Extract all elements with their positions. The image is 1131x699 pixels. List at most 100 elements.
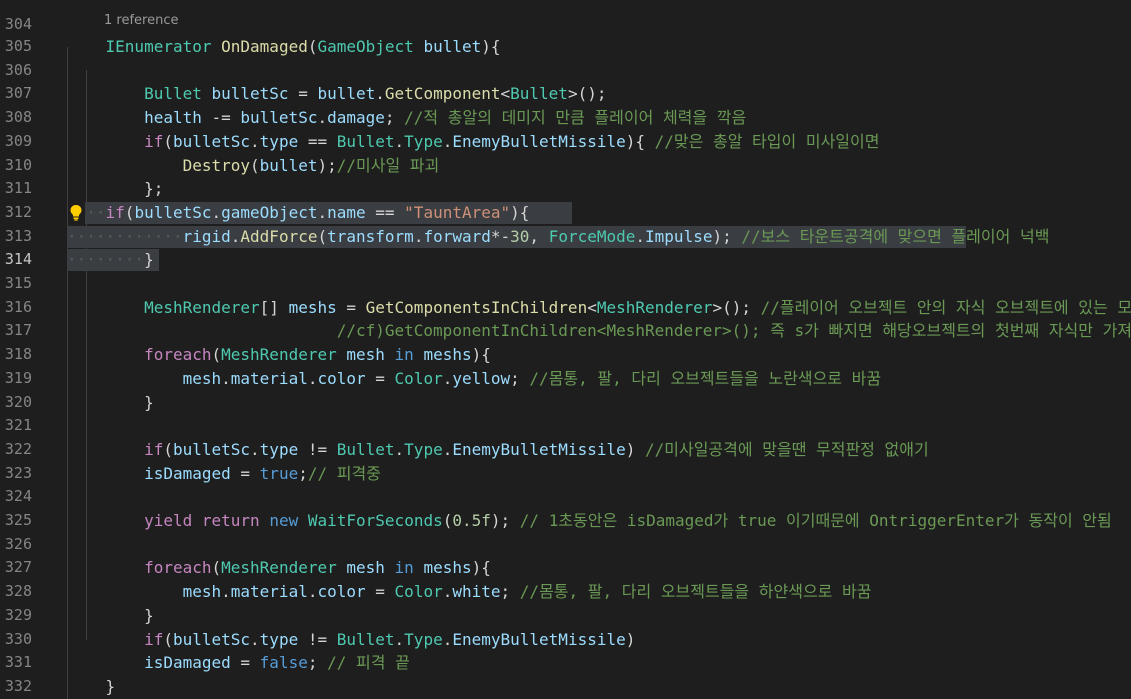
control-keyword-token: if (144, 131, 164, 151)
punctuation-token: = (336, 297, 366, 317)
identifier-token: EnemyBulletMissile (452, 629, 626, 649)
code-text: foreach(MeshRenderer mesh in meshs){ (67, 556, 491, 580)
code-line[interactable]: 329 } (0, 604, 1131, 628)
punctuation-token: . (317, 202, 328, 222)
partial-line-304: 304 (0, 0, 1131, 33)
comment-token: //미사일공격에 맞을땐 무적판정 없애기 (645, 439, 929, 459)
punctuation-token: = (230, 653, 260, 673)
code-text: ········} (67, 248, 160, 272)
type-token: Type (404, 439, 443, 459)
code-line[interactable]: 313 ············rigid.AddForce(transform.… (0, 225, 1131, 249)
punctuation-token (298, 511, 308, 530)
punctuation-token: >(); (712, 297, 761, 317)
code-line[interactable]: 319 mesh.material.color = Color.yellow; … (0, 367, 1131, 391)
indent-whitespace: ·· (86, 202, 106, 222)
code-line[interactable]: 316 MeshRenderer[] meshs = GetComponents… (0, 296, 1131, 320)
code-line[interactable]: 320 } (0, 391, 1131, 415)
code-line[interactable]: 331 isDamaged = false; // 피격 끝 (0, 651, 1131, 675)
line-number: 312 (4, 202, 32, 221)
line-number: 332 (4, 676, 32, 695)
comment-token: //몸통, 팔, 다리 오브젝트들을 노란색으로 바꿈 (529, 368, 882, 388)
punctuation-token: }; (144, 179, 164, 199)
punctuation-token: . (394, 629, 405, 649)
punctuation-token: ); (317, 155, 337, 175)
punctuation-token: *- (490, 226, 511, 246)
punctuation-token (337, 558, 347, 577)
punctuation-token: ){ (471, 558, 491, 578)
identifier-token: meshs (423, 345, 472, 365)
code-line[interactable]: 306 (0, 59, 1131, 83)
code-line[interactable]: 308 health -= bulletSc.damage; //적 총알의 데… (0, 106, 1131, 130)
identifier-token: rigid (182, 226, 231, 246)
function-token: GetComponent (384, 84, 501, 104)
line-number: 327 (4, 558, 32, 577)
type-token: Color (394, 368, 443, 388)
punctuation-token: != (298, 629, 337, 649)
code-text: MeshRenderer[] meshs = GetComponentsInCh… (67, 296, 1131, 320)
punctuation-token: ; (510, 368, 530, 388)
punctuation-token: . (442, 629, 453, 649)
code-line[interactable]: 311 }; (0, 177, 1131, 201)
punctuation-token: . (221, 368, 231, 388)
punctuation-token: = (365, 368, 395, 388)
identifier-token: isDamaged (144, 653, 231, 673)
control-keyword-token: if (105, 202, 125, 222)
identifier-token: white (452, 582, 501, 602)
punctuation-token: ( (163, 131, 173, 151)
identifier-token: type (259, 131, 299, 151)
punctuation-token: ( (211, 345, 222, 365)
punctuation-token (260, 511, 270, 530)
line-number: 311 (4, 179, 32, 198)
punctuation-token: } (105, 676, 116, 696)
punctuation-token: . (250, 439, 260, 459)
punctuation-token: ; (307, 653, 328, 673)
code-line[interactable]: 332 } (0, 675, 1131, 699)
code-line[interactable]: 326 (0, 533, 1131, 557)
punctuation-token: ( (163, 439, 173, 459)
type-token: GameObject (317, 37, 414, 56)
code-line[interactable]: 307 Bullet bulletSc = bullet.GetComponen… (0, 82, 1131, 106)
punctuation-token: ( (317, 226, 328, 246)
code-line[interactable]: 314 ········} (0, 248, 1131, 272)
code-line[interactable]: 328 mesh.material.color = Color.white; /… (0, 580, 1131, 604)
comment-token: // 피격중 (307, 463, 381, 483)
punctuation-token (414, 558, 424, 577)
code-text: isDamaged = true;// 피격중 (67, 462, 381, 486)
line-number: 324 (4, 487, 32, 506)
code-text: isDamaged = false; // 피격 끝 (67, 651, 410, 675)
code-line[interactable]: 322 if(bulletSc.type != Bullet.Type.Enem… (0, 438, 1131, 462)
code-line[interactable]: 318 foreach(MeshRenderer mesh in meshs){ (0, 343, 1131, 367)
code-line[interactable]: 312 ··if(bulletSc.gameObject.name == "Ta… (0, 201, 1131, 225)
type-token: Bullet (336, 131, 395, 151)
code-line[interactable]: 317 //cf)GetComponentInChildren<MeshRend… (0, 319, 1131, 343)
punctuation-token (414, 37, 424, 56)
code-line[interactable]: 330 if(bulletSc.type != Bullet.Type.Enem… (0, 628, 1131, 652)
type-token: Bullet (510, 84, 568, 104)
code-line[interactable]: 325 yield return new WaitForSeconds(0.5f… (0, 509, 1131, 533)
identifier-token: EnemyBulletMissile (452, 131, 626, 151)
code-editor[interactable]: 304 1 reference 305 IEnumerator OnDamage… (0, 0, 1131, 699)
punctuation-token: ){ (481, 37, 501, 56)
line-number: 322 (4, 439, 32, 458)
code-line[interactable]: 324 (0, 485, 1131, 509)
codelens-references-link[interactable]: 1 reference (104, 13, 178, 28)
control-keyword-token: return (201, 511, 260, 530)
code-text: ··if(bulletSc.gameObject.name == "TauntA… (67, 201, 573, 225)
code-line[interactable]: 327 foreach(MeshRenderer mesh in meshs){ (0, 556, 1131, 580)
punctuation-token: ) (625, 629, 636, 649)
code-line[interactable]: 309 if(bulletSc.type == Bullet.Type.Enem… (0, 130, 1131, 154)
code-line[interactable]: 305 IEnumerator OnDamaged(GameObject bul… (0, 35, 1131, 59)
comment-token: // 1초동안은 isDamaged가 true 이기때문에 Ontrigger… (519, 511, 1112, 530)
punctuation-token: -= (201, 108, 241, 128)
line-number: 315 (4, 274, 32, 292)
code-line[interactable]: 321 (0, 414, 1131, 438)
code-line[interactable]: 315 (0, 272, 1131, 296)
identifier-token: bullet (259, 155, 318, 175)
code-line[interactable]: 323 isDamaged = true;// 피격중 (0, 462, 1131, 486)
code-text: mesh.material.color = Color.yellow; //몸통… (67, 367, 881, 391)
code-line[interactable]: 310 Destroy(bullet);//미사일 파괴 (0, 154, 1131, 178)
comment-token: //보스 타운트공격에 맞으면 플레이어 넉백 (741, 226, 1050, 246)
